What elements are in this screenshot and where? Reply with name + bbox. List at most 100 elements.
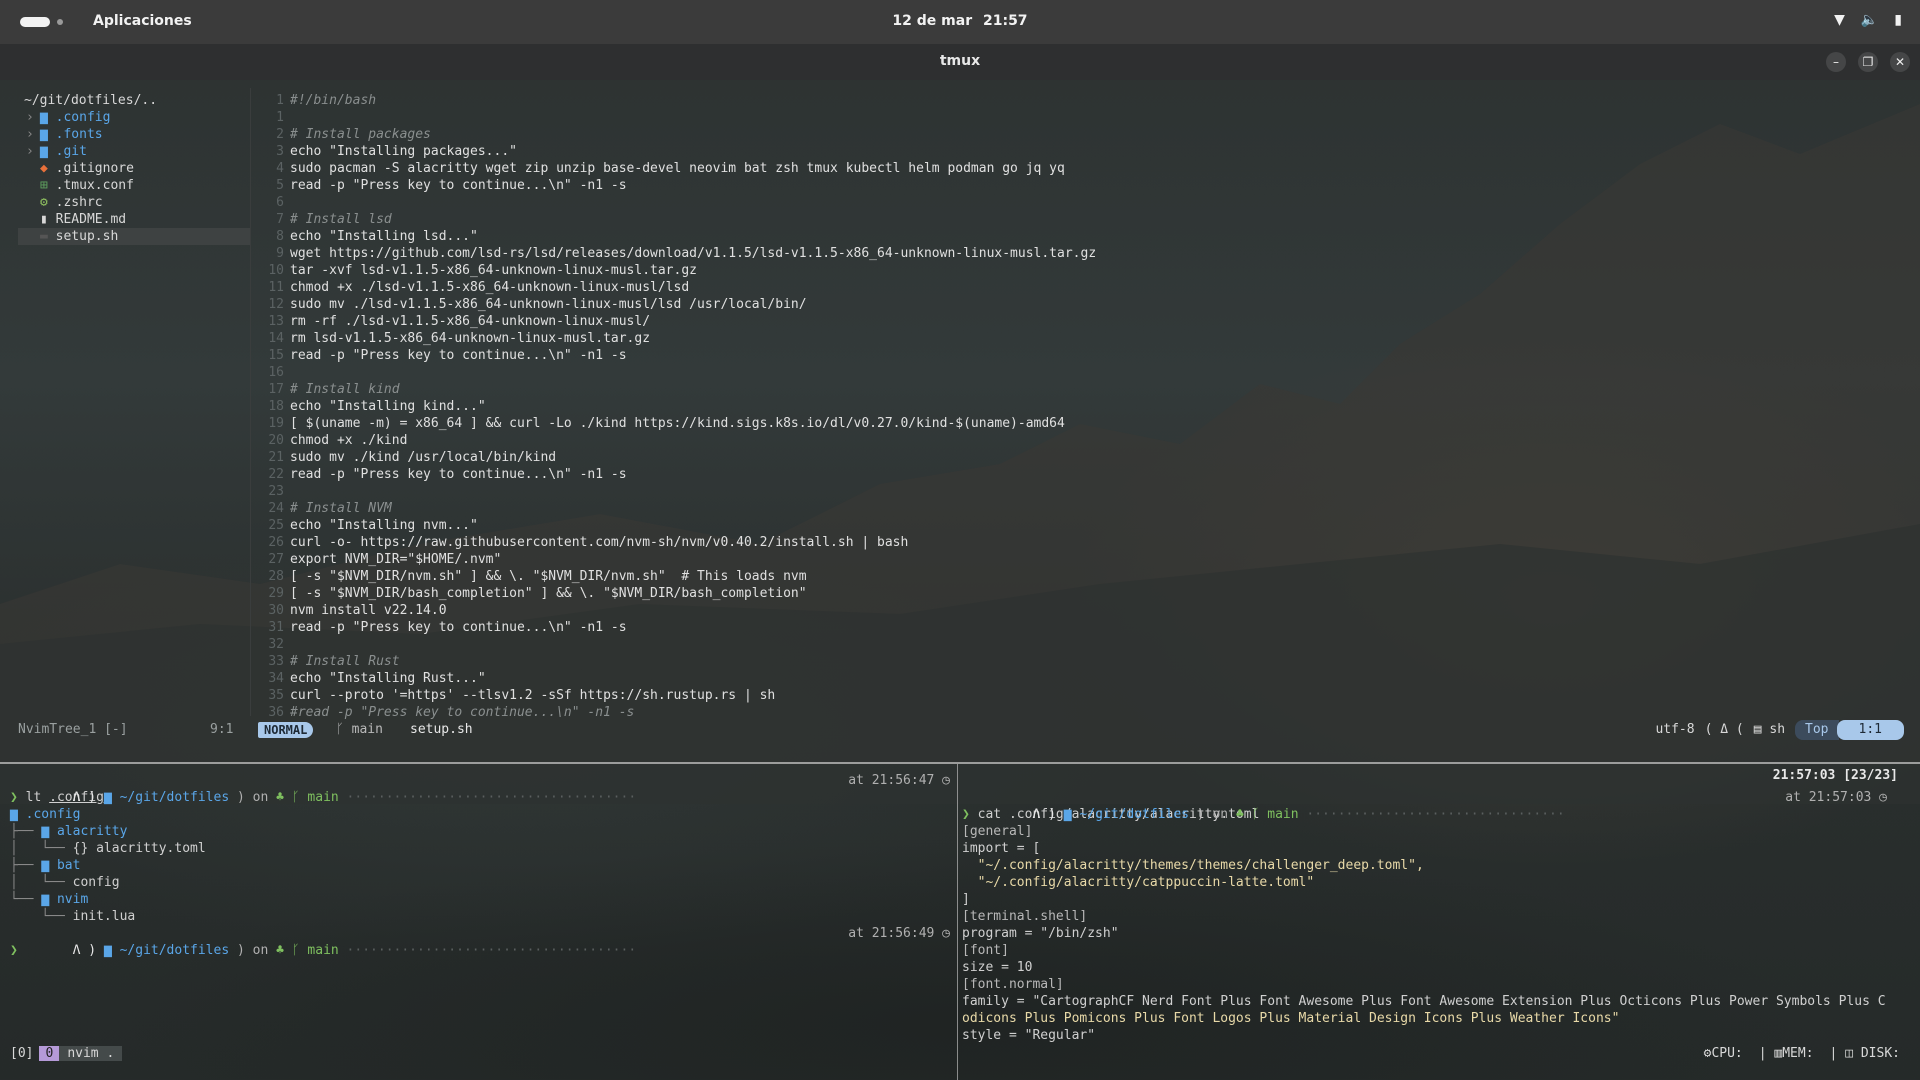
- disk-icon: ◫: [1845, 1046, 1854, 1061]
- code-line[interactable]: # Install lsd: [290, 211, 1910, 228]
- tree-output-row: └── ▆ nvim: [10, 891, 950, 908]
- output-line: program = "/bin/zsh": [962, 926, 1119, 941]
- nvim-tree[interactable]: ~/git/dotfiles/.. › ▆ .config › ▆ .fonts ›…: [18, 92, 250, 245]
- line-number: 19: [268, 416, 284, 431]
- code-line[interactable]: wget https://github.com/lsd-rs/lsd/relea…: [290, 245, 1910, 262]
- code-line[interactable]: read -p "Press key to continue...\n" -n1…: [290, 347, 1910, 364]
- shell-pane-left[interactable]: Λ ) ▆ ~/git/dotfiles ) on ♣ ᚴ main ·····…: [10, 772, 950, 959]
- line-number: 1: [276, 93, 284, 108]
- pane-divider-horizontal[interactable]: [0, 762, 1920, 764]
- code-line[interactable]: echo "Installing lsd...": [290, 228, 1910, 245]
- prompt: Λ ) ▆ ~/git/dotfiles ) on ♣ ᚴ main ·····…: [56, 773, 950, 805]
- close-button[interactable]: ✕: [1890, 52, 1910, 72]
- tree-cursor-position: 9:1: [210, 722, 234, 737]
- code-line[interactable]: sudo pacman -S alacritty wget zip unzip …: [290, 160, 1910, 177]
- tree-output-row: ├── ▆ alacritty: [10, 823, 950, 840]
- code-line[interactable]: chmod +x ./lsd-v1.1.5-x86_64-unknown-lin…: [290, 279, 1910, 296]
- code-line[interactable]: read -p "Press key to continue...\n" -n1…: [290, 466, 1910, 483]
- prompt-time: at 21:57:03 ◷: [1785, 789, 1887, 806]
- tree-item-label: README.md: [55, 212, 127, 227]
- tree-item-gitignore[interactable]: ◆ .gitignore: [18, 160, 250, 177]
- battery-icon[interactable]: ▮: [1894, 12, 1902, 28]
- code-line[interactable]: # Install NVM: [290, 500, 1910, 517]
- tmux-window-index[interactable]: 0: [39, 1046, 60, 1061]
- chevron-right-icon: ›: [26, 110, 34, 125]
- tmux-window-name[interactable]: nvim .: [59, 1046, 123, 1061]
- line-number: 24: [268, 501, 284, 516]
- code-area[interactable]: #!/bin/bash # Install packages echo "Insta…: [290, 92, 1910, 721]
- minimize-button[interactable]: –: [1826, 52, 1846, 72]
- code-line[interactable]: export NVM_DIR="$HOME/.nvm": [290, 551, 1910, 568]
- code-line[interactable]: [ -s "$NVM_DIR/nvm.sh" ] && \. "$NVM_DIR…: [290, 568, 1910, 585]
- mode-indicator: NORMAL: [258, 722, 314, 738]
- output-line: size = 10: [962, 960, 1033, 975]
- tree-branch: └──: [10, 909, 73, 924]
- tree-item-zshrc[interactable]: ⚙ .zshrc: [18, 194, 250, 211]
- code-line[interactable]: curl -o- https://raw.githubusercontent.c…: [290, 534, 1910, 551]
- tree-item-readme[interactable]: ▮ README.md: [18, 211, 250, 228]
- code-line[interactable]: nvm install v22.14.0: [290, 602, 1910, 619]
- code-line[interactable]: read -p "Press key to continue...\n" -n1…: [290, 177, 1910, 194]
- date-time[interactable]: 12 de mar 21:57: [0, 13, 1920, 29]
- code-line[interactable]: [290, 636, 1910, 653]
- prompt-directory: ~/git/dotfiles: [1079, 807, 1189, 822]
- tree-item-git[interactable]: › ▆ .git: [18, 143, 250, 160]
- prompt-on: on: [252, 790, 269, 805]
- tmux-session: [0]: [10, 1046, 34, 1061]
- code-line[interactable]: #!/bin/bash: [290, 92, 1910, 109]
- code-line[interactable]: chmod +x ./kind: [290, 432, 1910, 449]
- prompt-branch: main: [307, 790, 339, 805]
- line-number: 11: [268, 280, 284, 295]
- prompt-directory: ~/git/dotfiles: [119, 790, 230, 805]
- code-line[interactable]: # Install kind: [290, 381, 1910, 398]
- tree-item-setup-sh[interactable]: ▬ setup.sh: [18, 228, 250, 245]
- code-line[interactable]: # Install Rust: [290, 653, 1910, 670]
- tree-branch: │ └──: [10, 841, 73, 856]
- line-number: 29: [268, 586, 284, 601]
- code-line[interactable]: [ $(uname -m) = x86_64 ] && curl -Lo ./k…: [290, 415, 1910, 432]
- code-line[interactable]: [290, 483, 1910, 500]
- line-number: 27: [268, 552, 284, 567]
- code-line[interactable]: rm -rf ./lsd-v1.1.5-x86_64-unknown-linux…: [290, 313, 1910, 330]
- maximize-button[interactable]: ❐: [1858, 52, 1878, 72]
- code-line[interactable]: [290, 194, 1910, 211]
- time: 21:57: [982, 13, 1028, 29]
- folder-icon: ▆: [41, 858, 57, 873]
- code-line[interactable]: [290, 364, 1910, 381]
- output-line: import = [: [962, 841, 1041, 856]
- code-line[interactable]: #read -p "Press key to continue...\n" -n…: [290, 704, 1910, 721]
- code-line[interactable]: echo "Installing Rust...": [290, 670, 1910, 687]
- disk-status: | ◫ DISK:: [1829, 1046, 1900, 1061]
- code-line[interactable]: sudo mv ./kind /usr/local/bin/kind: [290, 449, 1910, 466]
- filetype: ▤ sh: [1754, 720, 1785, 740]
- tree-item-tmux-conf[interactable]: ⊞ .tmux.conf: [18, 177, 250, 194]
- code-line[interactable]: [290, 109, 1910, 126]
- code-line[interactable]: # Install packages: [290, 126, 1910, 143]
- shell-pane-right[interactable]: 21:57:03 [23/23] Λ ) ▆ ~/git/dotfiles ) …: [962, 768, 1912, 1044]
- line-number: 20: [268, 433, 284, 448]
- window-titlebar[interactable]: tmux – ❐ ✕: [0, 44, 1920, 80]
- prompt-time-label: at 21:57:03: [1785, 790, 1872, 805]
- code-line[interactable]: echo "Installing kind...": [290, 398, 1910, 415]
- pane-divider-vertical[interactable]: [957, 764, 958, 1080]
- code-line[interactable]: sudo mv ./lsd-v1.1.5-x86_64-unknown-linu…: [290, 296, 1910, 313]
- tree-item-fonts[interactable]: › ▆ .fonts: [18, 126, 250, 143]
- code-line[interactable]: echo "Installing packages...": [290, 143, 1910, 160]
- tree-output-name: bat: [56, 858, 81, 873]
- prompt-time-label: at 21:56:49: [848, 926, 935, 941]
- wifi-icon[interactable]: ▼: [1834, 12, 1845, 28]
- git-branch-icon: ♣ ᚴ: [276, 943, 308, 958]
- code-line[interactable]: read -p "Press key to continue...\n" -n1…: [290, 619, 1910, 636]
- code-line[interactable]: echo "Installing nvm...": [290, 517, 1910, 534]
- terminal[interactable]: ~/git/dotfiles/.. › ▆ .config › ▆ .fonts ›…: [0, 80, 1920, 1080]
- split-divider[interactable]: [250, 88, 251, 716]
- code-line[interactable]: [ -s "$NVM_DIR/bash_completion" ] && \. …: [290, 585, 1910, 602]
- tree-item-config[interactable]: › ▆ .config: [18, 109, 250, 126]
- system-tray[interactable]: ▼ 🔈 ▮: [1834, 12, 1902, 28]
- code-line[interactable]: curl --proto '=https' --tlsv1.2 -sSf htt…: [290, 687, 1910, 704]
- code-line[interactable]: rm lsd-v1.1.5-x86_64-unknown-linux-musl.…: [290, 330, 1910, 347]
- code-line[interactable]: tar -xvf lsd-v1.1.5-x86_64-unknown-linux…: [290, 262, 1910, 279]
- folder-icon: ▆: [103, 943, 120, 958]
- volume-icon[interactable]: 🔈: [1861, 12, 1878, 28]
- line-number: 9: [276, 246, 284, 261]
